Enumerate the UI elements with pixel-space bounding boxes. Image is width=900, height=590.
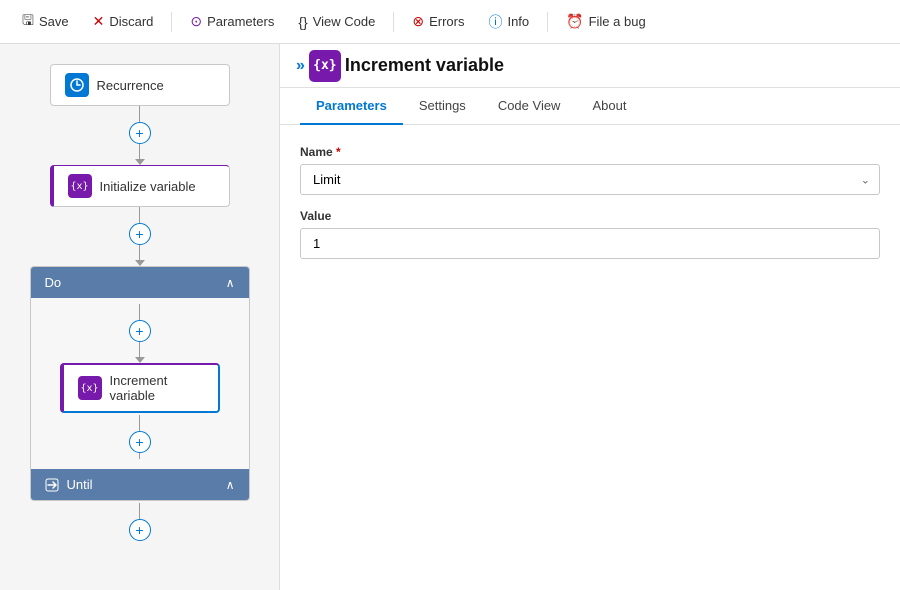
value-input[interactable] <box>300 228 880 259</box>
value-field-label: Value <box>300 209 880 223</box>
connector-1: + <box>129 106 151 165</box>
breadcrumb-area: » {x} Increment variable <box>280 44 900 88</box>
bug-icon: ⏰ <box>566 13 583 30</box>
tab-parameters[interactable]: Parameters <box>300 88 403 125</box>
toolbar: 🖫 Save ✕ Discard ⊙ Parameters {} View Co… <box>0 0 900 44</box>
until-label: Until <box>67 477 93 492</box>
discard-button[interactable]: ✕ Discard <box>83 8 164 35</box>
right-panel: » {x} Increment variable Parameters Sett… <box>280 44 900 590</box>
tab-code-view[interactable]: Code View <box>482 88 577 125</box>
connector-bottom: + <box>129 503 151 541</box>
panel-content: Name * Limit Counter Total ⌄ Value <box>280 125 900 590</box>
name-field-label: Name * <box>300 145 880 159</box>
do-header-label: Do <box>45 275 62 290</box>
info-button[interactable]: ⓘ Info <box>478 7 539 37</box>
flow-canvas: Recurrence + {x} Initialize variable + <box>0 44 280 590</box>
recurrence-node[interactable]: Recurrence <box>50 64 230 106</box>
save-icon: 🖫 <box>22 10 34 34</box>
panel-tabs: Parameters Settings Code View About <box>280 88 900 125</box>
file-bug-button[interactable]: ⏰ File a bug <box>556 8 656 35</box>
panel-icon-symbol: {x} <box>313 58 336 73</box>
do-collapse-icon: ∧ <box>226 276 235 290</box>
add-step-btn-1[interactable]: + <box>129 122 151 144</box>
panel-title: Increment variable <box>345 55 504 76</box>
increment-variable-node[interactable]: {x} Increment variable <box>60 363 220 413</box>
errors-icon: ⊗ <box>412 13 424 30</box>
variable-icon: {x} <box>68 174 92 198</box>
add-step-inner-btn[interactable]: + <box>129 320 151 342</box>
save-button[interactable]: 🖫 Save <box>12 5 79 39</box>
separator-3 <box>547 12 548 32</box>
name-select-wrapper: Limit Counter Total ⌄ <box>300 164 880 195</box>
name-select[interactable]: Limit Counter Total <box>300 164 880 195</box>
recurrence-icon <box>65 73 89 97</box>
do-until-container: Do ∧ + {x} Increment variable <box>30 266 250 501</box>
initialize-variable-node[interactable]: {x} Initialize variable <box>50 165 230 207</box>
parameters-icon: ⊙ <box>190 13 202 30</box>
separator-1 <box>171 12 172 32</box>
connector-inner-bottom: + <box>129 415 151 459</box>
main-layout: Recurrence + {x} Initialize variable + <box>0 44 900 590</box>
panel-node-icon: {x} <box>309 50 341 82</box>
connector-2: + <box>129 207 151 266</box>
add-final-btn[interactable]: + <box>129 519 151 541</box>
name-required-marker: * <box>336 145 341 159</box>
separator-2 <box>393 12 394 32</box>
increment-icon: {x} <box>78 376 102 400</box>
discard-icon: ✕ <box>93 13 105 30</box>
view-code-button[interactable]: {} View Code <box>288 9 385 35</box>
connector-inner-top: + <box>129 304 151 363</box>
tab-about[interactable]: About <box>576 88 642 125</box>
info-icon: ⓘ <box>488 12 502 32</box>
parameters-button[interactable]: ⊙ Parameters <box>180 8 284 35</box>
do-header[interactable]: Do ∧ <box>31 267 249 298</box>
view-code-icon: {} <box>298 14 307 30</box>
until-expand-icon: ∧ <box>226 478 235 492</box>
breadcrumb-arrow: » <box>296 57 305 75</box>
until-bar[interactable]: Until ∧ <box>31 469 249 500</box>
loop-inner: + {x} Increment variable + <box>31 298 249 469</box>
until-icon <box>45 478 59 492</box>
add-step-btn-2[interactable]: + <box>129 223 151 245</box>
add-step-after-btn[interactable]: + <box>129 431 151 453</box>
tab-settings[interactable]: Settings <box>403 88 482 125</box>
errors-button[interactable]: ⊗ Errors <box>402 8 474 35</box>
